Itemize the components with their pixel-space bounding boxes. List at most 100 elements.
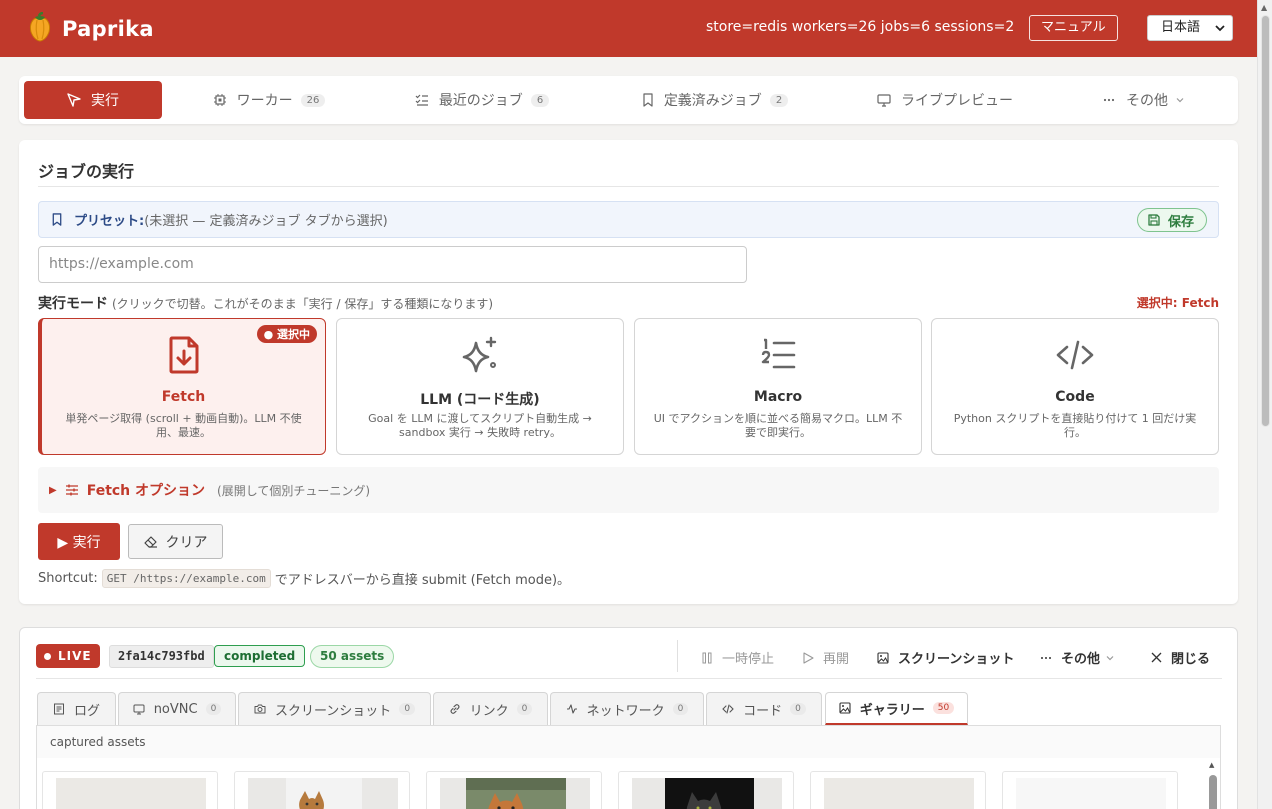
manual-button[interactable]: マニュアル <box>1029 15 1118 41</box>
pause-icon <box>701 652 713 664</box>
tab-recent-jobs[interactable]: 最近のジョブ 6 <box>407 81 557 119</box>
log-icon <box>53 703 65 715</box>
shortcut-code: GET /https://example.com <box>101 569 271 588</box>
gallery-item[interactable] <box>426 771 602 809</box>
pause-button[interactable]: 一時停止 <box>701 648 774 667</box>
screenshot-label: スクリーンショット <box>898 652 1015 667</box>
mode-description: 単発ページ取得 (scroll + 動画自動)。LLM 不使用、最速。 <box>65 412 302 439</box>
defined-jobs-count-badge: 2 <box>769 93 789 107</box>
cpu-icon <box>213 93 227 107</box>
live-job-card: LIVE 2fa14c793fbd completed 50 assets 一時… <box>19 627 1238 809</box>
scrollbar-thumb[interactable] <box>1261 15 1270 427</box>
tab-count-badge: 50 <box>932 702 955 714</box>
scroll-up-arrow-icon[interactable]: ▲ <box>1209 761 1214 769</box>
placeholder-image <box>56 778 206 809</box>
ellipsis-icon <box>1040 652 1052 664</box>
mode-card-fetch[interactable]: ● 選択中 Fetch 単発ページ取得 (scroll + 動画自動)。LLM … <box>38 318 326 455</box>
monitor-icon <box>133 703 145 715</box>
more-label: その他 <box>1061 652 1101 667</box>
fetch-options-title: Fetch オプション <box>86 483 206 499</box>
caret-right-icon: ▶ <box>49 484 57 496</box>
placeholder-image <box>1016 778 1166 809</box>
list-check-icon <box>415 93 429 107</box>
tab-screenshots-label: スクリーンショット <box>274 703 392 719</box>
resume-button[interactable]: 再開 <box>802 648 849 667</box>
tab-more[interactable]: その他 <box>1097 81 1189 119</box>
clear-button[interactable]: クリア <box>128 524 223 559</box>
scrollbar-thumb[interactable] <box>1209 775 1217 809</box>
fetch-options-toggle[interactable]: ▶ Fetch オプション (展開して個別チューニング) <box>38 467 1219 513</box>
language-value: 日本語 <box>1161 20 1201 35</box>
tab-count-badge: 0 <box>672 703 689 715</box>
mode-hint: (クリックで切替。これがそのまま「実行 / 保存」する種類になります) <box>112 297 494 311</box>
gallery-item[interactable] <box>810 771 986 809</box>
screenshot-button[interactable]: スクリーンショット <box>877 648 1014 667</box>
page-scrollbar[interactable]: ▲ <box>1257 0 1272 809</box>
tab-live-preview-label: ライブプレビュー <box>901 93 1013 109</box>
divider <box>677 640 678 672</box>
divider <box>38 186 1219 187</box>
tab-more-label: その他 <box>1126 93 1168 109</box>
tab-count-badge: 0 <box>399 703 416 715</box>
placeholder-image <box>824 778 974 809</box>
tab-network-label: ネットワーク <box>586 703 665 719</box>
scroll-up-arrow-icon[interactable]: ▲ <box>1261 3 1267 12</box>
mode-title: Fetch <box>161 389 206 405</box>
tab-live-preview[interactable]: ライブプレビュー <box>874 81 1016 119</box>
gallery-item[interactable] <box>234 771 410 809</box>
tab-screenshots[interactable]: スクリーンショット 0 <box>238 692 431 725</box>
brand[interactable]: Paprika <box>26 11 154 46</box>
tab-log[interactable]: ログ <box>37 692 116 725</box>
mode-heading: 実行モード (クリックで切替。これがそのまま「実行 / 保存」する種類になります) <box>38 293 493 313</box>
tab-network[interactable]: ネットワーク 0 <box>550 692 704 725</box>
close-label: 閉じる <box>1171 652 1211 667</box>
run-button[interactable]: ▶ 実行 <box>38 523 120 560</box>
tab-defined-jobs[interactable]: 定義済みジョブ 2 <box>635 81 795 119</box>
mode-title: Macro <box>753 389 803 405</box>
tab-code[interactable]: コード 0 <box>706 692 822 725</box>
tab-gallery[interactable]: ギャラリー 50 <box>825 692 968 725</box>
bookmark-icon <box>51 213 63 226</box>
tab-novnc[interactable]: noVNC 0 <box>118 692 236 725</box>
chevron-down-icon <box>1176 96 1184 104</box>
mode-description: UI でアクションを順に並べる簡易マクロ。LLM 不要で即実行。 <box>653 412 903 439</box>
selected-mode-indicator: 選択中: Fetch <box>1136 296 1219 310</box>
sliders-icon <box>65 483 79 497</box>
save-icon <box>1148 214 1160 226</box>
close-button[interactable]: 閉じる <box>1151 648 1210 667</box>
save-label: 保存 <box>1167 214 1194 230</box>
code-icon <box>722 703 734 715</box>
mode-card-code[interactable]: Code Python スクリプトを直接貼り付けて 1 回だけ実行。 <box>931 318 1219 455</box>
fetch-options-hint: (展開して個別チューニング) <box>217 483 371 498</box>
file-download-icon <box>42 335 325 375</box>
tab-links-label: リンク <box>469 703 509 719</box>
url-input[interactable]: https://example.com <box>38 246 747 283</box>
gallery-item[interactable] <box>42 771 218 809</box>
job-id[interactable]: 2fa14c793fbd <box>109 645 214 668</box>
mode-description: Goal を LLM に渡してスクリプト自動生成 → sandbox 実行 → … <box>368 412 592 439</box>
save-button[interactable]: 保存 <box>1136 208 1207 232</box>
tab-count-badge: 0 <box>790 703 806 715</box>
tab-log-label: ログ <box>73 703 100 719</box>
tab-gallery-label: ギャラリー <box>859 702 925 718</box>
mode-card-macro[interactable]: Macro UI でアクションを順に並べる簡易マクロ。LLM 不要で即実行。 <box>634 318 922 455</box>
mode-card-llm[interactable]: LLM (コード生成) Goal を LLM に渡してスクリプト自動生成 → s… <box>336 318 624 455</box>
image-icon <box>839 702 851 714</box>
gallery-scrollbar[interactable]: ▲ <box>1208 761 1218 809</box>
thumbnail-image <box>248 778 398 809</box>
gallery-item[interactable] <box>618 771 794 809</box>
preset-bar: プリセット: (未選択 — 定義済みジョブ タブから選択) 保存 <box>38 201 1219 238</box>
section-title: ジョブの実行 <box>38 162 135 181</box>
job-run-card: ジョブの実行 プリセット: (未選択 — 定義済みジョブ タブから選択) 保存 … <box>19 140 1238 604</box>
tab-run[interactable]: 実行 <box>24 81 162 119</box>
sparkles-icon <box>337 335 623 375</box>
gallery-item[interactable] <box>1002 771 1178 809</box>
tab-workers[interactable]: ワーカー 26 <box>199 81 339 119</box>
list-ordered-icon <box>635 335 921 375</box>
code-icon <box>932 335 1218 375</box>
language-select[interactable]: 日本語 <box>1147 15 1233 41</box>
more-button[interactable]: その他 <box>1040 648 1114 667</box>
chevron-down-icon <box>1106 654 1114 662</box>
mode-title: Code <box>1055 389 1095 405</box>
tab-links[interactable]: リンク 0 <box>433 692 548 725</box>
